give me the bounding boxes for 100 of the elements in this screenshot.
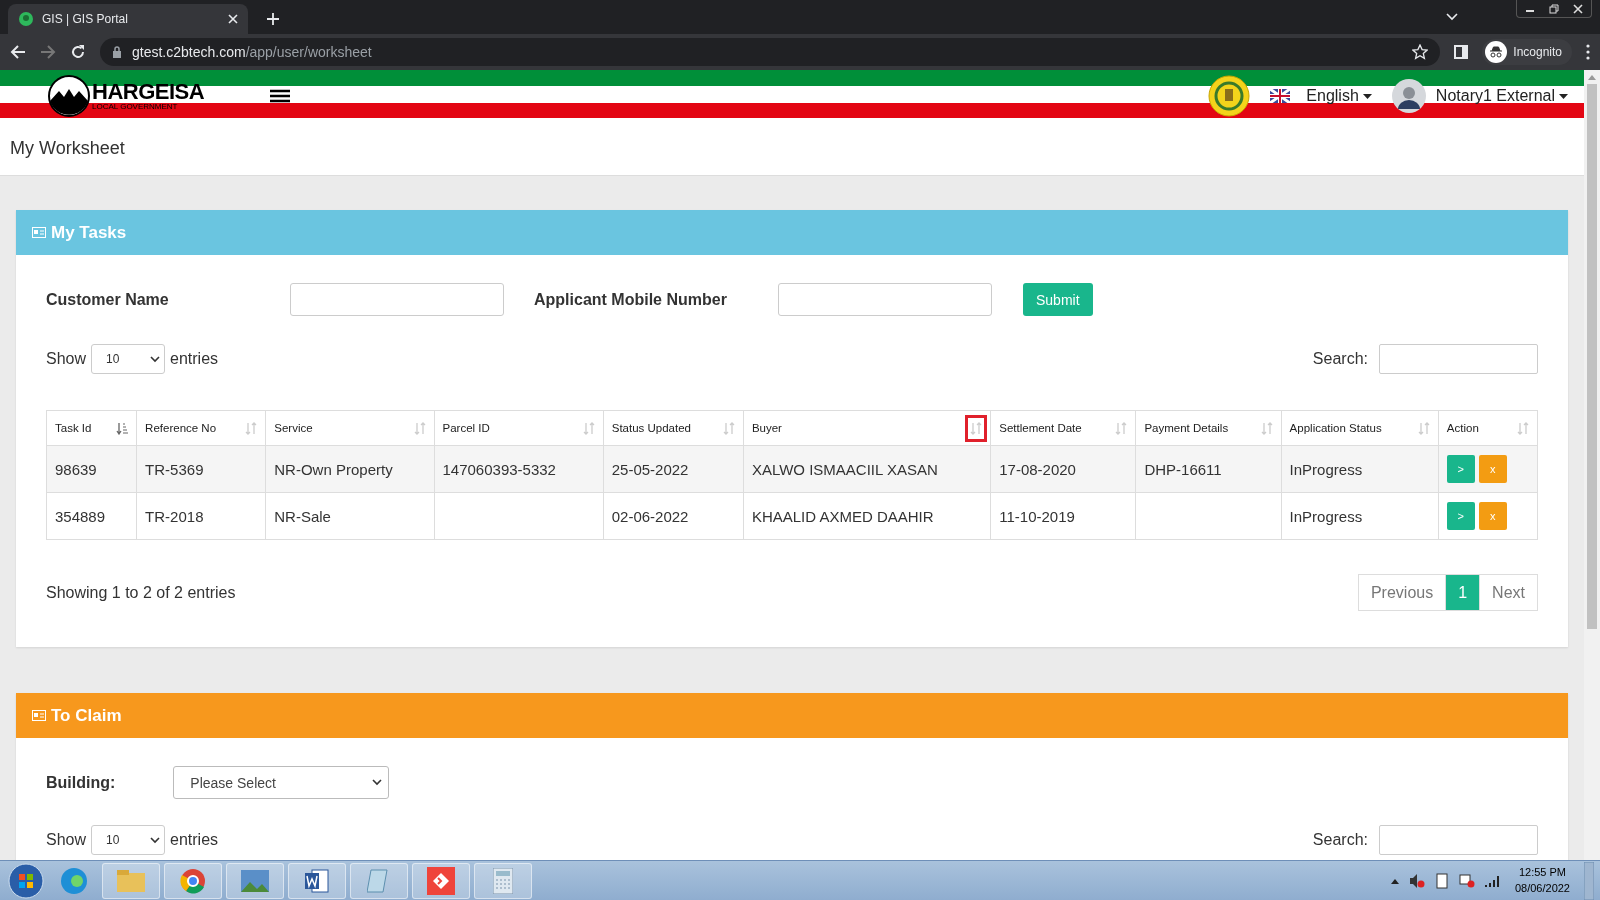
show-label: Show (46, 350, 87, 368)
card-title: My Tasks (51, 222, 127, 243)
table-cell: XALWO ISMAACIIL XASAN (743, 445, 991, 493)
caret-icon (1362, 93, 1372, 99)
field-label: Building: (46, 773, 116, 792)
plus-icon[interactable] (266, 12, 280, 26)
sort-icon (1260, 421, 1273, 435)
table-cell: 11-10-2019 (990, 492, 1136, 540)
close-icon[interactable] (228, 14, 238, 24)
sort-ascending-icon (116, 421, 129, 435)
star-icon[interactable] (1412, 44, 1429, 60)
picture-icon[interactable] (226, 862, 284, 899)
page-size-select[interactable]: 10 (91, 825, 166, 855)
user-dropdown[interactable]: Notary1 External (1435, 87, 1568, 105)
sort-icon (970, 421, 983, 435)
table-cell: 17-08-2020 (990, 445, 1136, 493)
column-header[interactable]: Service (265, 410, 434, 446)
table-cell: 354889 (46, 492, 137, 540)
start-button[interactable] (6, 861, 46, 900)
table-cell: 98639 (46, 445, 137, 493)
column-header[interactable]: Parcel ID (434, 410, 604, 446)
id-card-icon (32, 710, 46, 721)
table-cell: TR-2018 (136, 492, 266, 540)
logo-title: HARGEISA (92, 81, 205, 103)
device-icon[interactable] (1434, 872, 1449, 889)
chevron-down-icon (150, 836, 161, 844)
input-field[interactable] (290, 283, 504, 316)
clock[interactable]: 12:55 PM 08/06/2022 (1514, 865, 1570, 896)
column-header[interactable]: Settlement Date (990, 410, 1136, 446)
caret-icon (1559, 93, 1568, 99)
globe-icon (18, 11, 34, 27)
card-title: To Claim (51, 705, 122, 726)
signal-bars-icon[interactable] (1484, 873, 1501, 888)
page-size-select[interactable]: 10 (91, 344, 166, 374)
browser-icon[interactable] (164, 862, 222, 899)
table-cell: KHAALID AXMED DAAHIR (743, 492, 991, 540)
menu-icon[interactable] (270, 89, 291, 103)
field-label: Customer Name (46, 290, 170, 309)
table-cell: TR-5369 (136, 445, 266, 493)
logo-emblem-icon (48, 75, 90, 117)
entries-label: entries (170, 350, 219, 368)
side-panel-icon[interactable] (1454, 45, 1469, 59)
document-icon[interactable] (288, 862, 346, 899)
sort-icon (413, 421, 426, 435)
id-card-icon (32, 227, 46, 238)
field-label: Applicant Mobile Number (534, 290, 728, 309)
address-bar[interactable]: gtest.c2btech.com/app/user/worksheet (100, 38, 1441, 66)
building-select[interactable]: Please Select (173, 766, 390, 799)
restore-icon[interactable] (1549, 3, 1559, 14)
table-cell: NR-Sale (265, 492, 434, 540)
chevron-up-icon[interactable] (1390, 877, 1399, 884)
table-cell: NR-Own Property (265, 445, 434, 493)
logo-subtitle: LOCAL GOVERNMENT (92, 103, 179, 111)
table-cell: 02-06-2022 (603, 492, 744, 540)
browser-tab[interactable]: GIS | GIS Portal (8, 4, 248, 34)
search-field[interactable] (1379, 344, 1538, 374)
remote-desktop-icon[interactable] (412, 862, 470, 899)
column-header[interactable]: Application Status (1281, 410, 1439, 446)
sort-icon (245, 421, 258, 435)
column-header[interactable]: Task Id (46, 410, 137, 446)
avatar-icon (1391, 79, 1426, 113)
table-cell: 147060393-5332 (434, 445, 604, 493)
table-cell: DHP-16611 (1135, 445, 1282, 493)
table-cell: 25-05-2022 (603, 445, 744, 493)
entries-label: entries (170, 831, 219, 849)
sort-icon (1517, 421, 1529, 435)
speaker-muted-icon[interactable] (1408, 872, 1425, 889)
search-field[interactable] (1379, 825, 1538, 855)
sort-icon (722, 421, 735, 435)
page-title: My Worksheet (10, 138, 125, 159)
table-cell: InProgress (1281, 445, 1439, 493)
emblem-icon (1208, 75, 1251, 117)
close-icon[interactable] (1573, 3, 1583, 14)
profile-button[interactable]: Incognito (1482, 39, 1572, 65)
pagination-button[interactable]: Next (1479, 574, 1538, 611)
input-field[interactable] (778, 283, 992, 316)
sort-icon (582, 421, 595, 435)
scroll-up-icon[interactable] (1588, 74, 1596, 80)
network-error-icon[interactable] (1458, 872, 1475, 889)
forward-icon[interactable] (40, 44, 56, 60)
more-icon[interactable] (1586, 44, 1590, 60)
incognito-icon (1485, 41, 1508, 63)
pagination-button[interactable]: Previous (1357, 574, 1447, 611)
chevron-down-icon (372, 779, 383, 786)
scrollbar[interactable] (1584, 70, 1600, 860)
column-header[interactable]: Payment Details (1135, 410, 1282, 446)
back-icon[interactable] (10, 44, 26, 60)
show-label: Show (46, 831, 87, 849)
chevron-down-icon[interactable] (1446, 13, 1458, 21)
column-header[interactable]: Action (1438, 410, 1538, 446)
reload-icon[interactable] (70, 44, 86, 60)
table-info: Showing 1 to 2 of 2 entries (46, 583, 236, 602)
column-header[interactable]: Buyer (743, 410, 991, 446)
table-cell: InProgress (1281, 492, 1439, 540)
column-header[interactable]: Reference No (136, 410, 266, 446)
lock-icon (112, 46, 122, 58)
column-header[interactable]: Status Updated (603, 410, 744, 446)
language-dropdown[interactable]: English (1306, 87, 1372, 105)
search-label: Search: (1312, 350, 1368, 368)
chevron-down-icon (150, 355, 161, 363)
